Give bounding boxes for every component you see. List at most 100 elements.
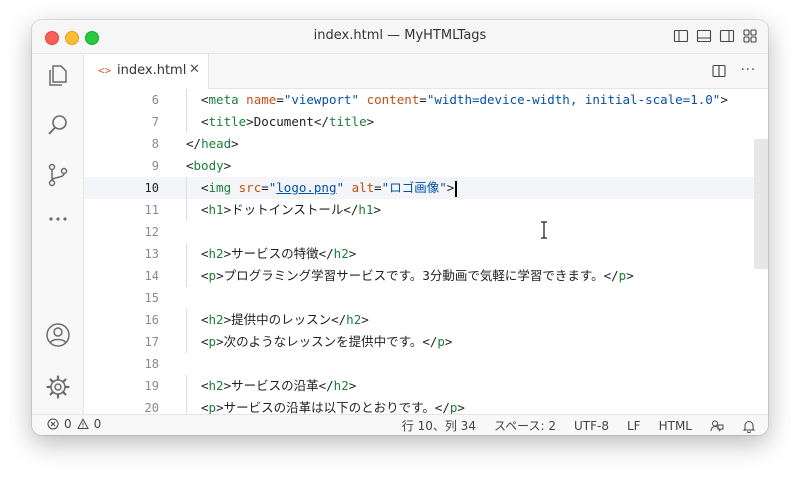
code-editor[interactable]: 6 <meta name="viewport" content="width=de… <box>84 89 768 415</box>
code-line[interactable]: 17 <p>次のようなレッスンを提供中です。</p> <box>84 331 768 353</box>
code-token: < <box>201 114 209 129</box>
more-views-icon[interactable] <box>45 206 71 232</box>
code-line[interactable]: 20 <p>サービスの沿革は以下のとおりです。</p> <box>84 397 768 415</box>
line-number: 7 <box>151 115 159 129</box>
code-text: <p>プログラミング学習サービスです。3分動画で気軽に学習できます。</p> <box>201 265 634 287</box>
code-token: src <box>238 180 262 195</box>
code-line[interactable]: 12 <box>84 221 768 243</box>
code-line[interactable]: 16 <h2>提供中のレッスン</h2> <box>84 309 768 331</box>
tab-index-html[interactable]: <> index.html ✕ <box>84 54 209 89</box>
window-title: index.html — MyHTMLTags <box>313 28 487 43</box>
code-token: < <box>201 92 209 107</box>
code-token: > <box>444 334 453 349</box>
code-token: img <box>208 180 232 195</box>
code-line[interactable]: 11 <h1>ドットインストール</h1> <box>84 199 768 221</box>
code-line[interactable]: 8 </head> <box>84 133 768 155</box>
line-number: 15 <box>144 291 159 305</box>
editor-actions: ··· <box>711 63 756 79</box>
toggle-secondary-sidebar-icon[interactable] <box>719 28 735 44</box>
code-token: p <box>208 268 217 283</box>
code-token: = <box>374 180 382 195</box>
code-line[interactable]: 7 <title>Document</title> <box>84 111 768 133</box>
code-line[interactable]: 15 <box>84 287 768 309</box>
code-token: "ロゴ画像" <box>381 180 447 195</box>
code-line[interactable]: 6 <meta name="viewport" content="width=de… <box>84 89 768 111</box>
code-line[interactable]: 18 <box>84 353 768 375</box>
language-mode[interactable]: HTML <box>659 419 692 433</box>
feedback-icon[interactable] <box>710 419 724 433</box>
code-token: </ <box>186 136 202 151</box>
code-token: p <box>437 334 445 349</box>
code-text: <title>Document</title> <box>201 111 374 133</box>
notifications-bell-icon[interactable] <box>742 419 756 433</box>
code-token: < <box>201 378 209 393</box>
code-token: = <box>261 180 269 195</box>
code-token: >プログラミング学習サービスです。3分動画で気軽に学習できます。</ <box>216 268 619 283</box>
code-token: > <box>361 312 369 327</box>
code-token: "viewport" <box>283 92 360 107</box>
code-token: > <box>626 268 634 283</box>
code-token: logo.png <box>276 180 337 195</box>
file-encoding[interactable]: UTF-8 <box>574 419 609 433</box>
code-token: p <box>208 334 217 349</box>
settings-gear-icon[interactable] <box>45 374 71 400</box>
source-control-icon[interactable] <box>45 162 71 188</box>
code-token: >Document</ <box>246 114 329 129</box>
indent-guide <box>186 331 187 353</box>
code-token: > <box>720 92 728 107</box>
account-icon[interactable] <box>45 322 71 348</box>
indent-guide <box>186 199 187 221</box>
indent-guide <box>186 309 187 331</box>
toggle-panel-icon[interactable] <box>696 28 712 44</box>
close-tab-icon[interactable]: ✕ <box>189 62 200 77</box>
line-ending[interactable]: LF <box>627 419 641 433</box>
code-line[interactable]: 19 <h2>サービスの沿革</h2> <box>84 375 768 397</box>
code-token: >ドットインストール</ <box>223 202 359 217</box>
code-text: <h2>サービスの沿革</h2> <box>201 375 356 397</box>
error-icon <box>47 418 59 430</box>
code-line[interactable]: 9 <body> <box>84 155 768 177</box>
code-token: title <box>328 114 367 129</box>
explorer-icon[interactable] <box>45 62 71 88</box>
code-token: name <box>246 92 277 107</box>
vertical-scrollbar[interactable] <box>754 89 768 415</box>
code-token: "width=device-width, initial-scale=1.0" <box>426 92 721 107</box>
cursor-position[interactable]: 行 10、列 34 <box>402 417 476 434</box>
code-token: > <box>348 378 357 393</box>
indent-guide <box>186 375 187 397</box>
code-token: h2 <box>346 312 362 327</box>
code-token: >サービスの特徴</ <box>223 246 334 261</box>
code-token: h2 <box>208 378 224 393</box>
code-text: <body> <box>186 155 231 177</box>
split-editor-icon[interactable] <box>711 63 727 79</box>
indentation-setting[interactable]: スペース: 2 <box>494 417 556 434</box>
toggle-primary-sidebar-icon[interactable] <box>673 28 689 44</box>
line-number: 6 <box>151 93 159 107</box>
indent-guide <box>186 265 187 287</box>
editor-tab-bar: <> index.html ✕ ··· <box>84 54 768 89</box>
code-token: > <box>373 202 382 217</box>
code-token: < <box>201 202 209 217</box>
search-icon[interactable] <box>45 112 71 138</box>
code-line[interactable]: 10 <img src="logo.png" alt="ロゴ画像"> <box>84 177 768 199</box>
scrollbar-thumb[interactable] <box>754 139 768 269</box>
code-text: <p>次のようなレッスンを提供中です。</p> <box>201 331 452 353</box>
code-token: = <box>276 92 284 107</box>
indent-guide <box>186 243 187 265</box>
code-text: <img src="logo.png" alt="ロゴ画像"> <box>201 177 457 199</box>
code-token: content <box>366 92 420 107</box>
code-line[interactable]: 13 <h2>サービスの特徴</h2> <box>84 243 768 265</box>
customize-layout-icon[interactable] <box>742 28 758 44</box>
code-line[interactable]: 14 <p>プログラミング学習サービスです。3分動画で気軽に学習できます。</p> <box>84 265 768 287</box>
indent-guide <box>186 177 187 199</box>
html-file-icon: <> <box>98 64 112 77</box>
line-number: 13 <box>144 247 159 261</box>
title-bar: index.html — MyHTMLTags <box>32 20 768 54</box>
line-number: 17 <box>144 335 159 349</box>
more-actions-icon[interactable]: ··· <box>741 63 756 79</box>
problems-indicator[interactable]: 0 0 <box>47 417 101 431</box>
code-token: > <box>366 114 375 129</box>
line-number: 12 <box>144 225 159 239</box>
